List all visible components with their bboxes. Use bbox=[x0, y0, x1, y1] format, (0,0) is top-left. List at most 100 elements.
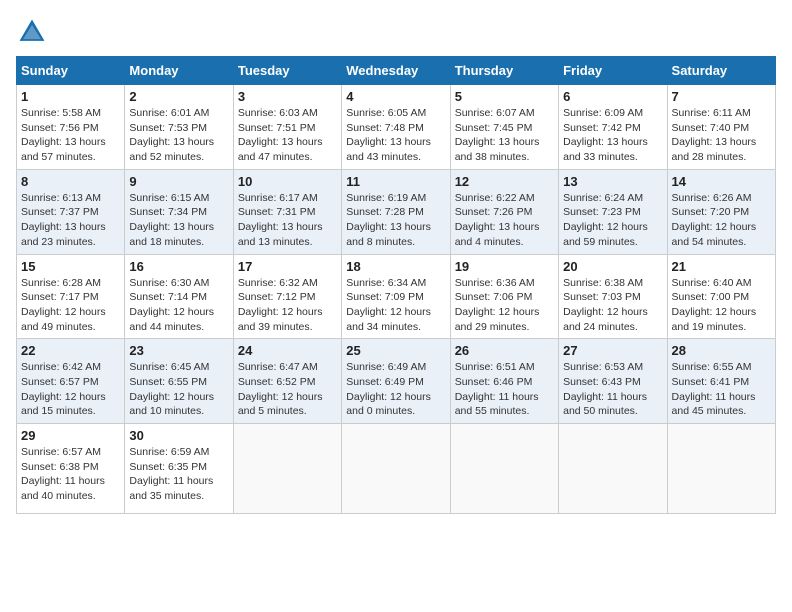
day-number: 24 bbox=[238, 343, 337, 358]
day-number: 6 bbox=[563, 89, 662, 104]
calendar-cell: 26 Sunrise: 6:51 AMSunset: 6:46 PMDayligh… bbox=[450, 339, 558, 424]
day-number: 17 bbox=[238, 259, 337, 274]
calendar-cell: 30Sunrise: 6:59 AMSunset: 6:35 PMDayligh… bbox=[125, 424, 233, 514]
day-detail: Sunrise: 6:07 AMSunset: 7:45 PMDaylight:… bbox=[455, 106, 554, 165]
day-number: 14 bbox=[672, 174, 771, 189]
calendar-cell: 9 Sunrise: 6:15 AMSunset: 7:34 PMDaylight… bbox=[125, 169, 233, 254]
calendar-cell: 13 Sunrise: 6:24 AMSunset: 7:23 PMDayligh… bbox=[559, 169, 667, 254]
day-number: 3 bbox=[238, 89, 337, 104]
calendar-header-tuesday: Tuesday bbox=[233, 57, 341, 85]
calendar-cell: 14 Sunrise: 6:26 AMSunset: 7:20 PMDayligh… bbox=[667, 169, 775, 254]
calendar-header-thursday: Thursday bbox=[450, 57, 558, 85]
day-number: 4 bbox=[346, 89, 445, 104]
day-detail: Sunrise: 6:36 AMSunset: 7:06 PMDaylight:… bbox=[455, 276, 554, 335]
day-number: 12 bbox=[455, 174, 554, 189]
day-detail: Sunrise: 6:28 AMSunset: 7:17 PMDaylight:… bbox=[21, 276, 120, 335]
day-detail: Sunrise: 6:26 AMSunset: 7:20 PMDaylight:… bbox=[672, 191, 771, 250]
day-number: 9 bbox=[129, 174, 228, 189]
calendar-cell bbox=[559, 424, 667, 514]
day-number: 13 bbox=[563, 174, 662, 189]
calendar-cell: 5 Sunrise: 6:07 AMSunset: 7:45 PMDaylight… bbox=[450, 85, 558, 170]
day-number: 11 bbox=[346, 174, 445, 189]
calendar-cell: 24Sunrise: 6:47 AMSunset: 6:52 PMDayligh… bbox=[233, 339, 341, 424]
day-detail: Sunrise: 6:03 AMSunset: 7:51 PMDaylight:… bbox=[238, 106, 337, 165]
day-number: 25 bbox=[346, 343, 445, 358]
calendar-cell: 18 Sunrise: 6:34 AMSunset: 7:09 PMDayligh… bbox=[342, 254, 450, 339]
calendar-week-row: 22 Sunrise: 6:42 AMSunset: 6:57 PMDayligh… bbox=[17, 339, 776, 424]
day-number: 1 bbox=[21, 89, 120, 104]
day-detail: Sunrise: 6:45 AMSunset: 6:55 PMDaylight:… bbox=[129, 360, 228, 419]
calendar-cell: 19 Sunrise: 6:36 AMSunset: 7:06 PMDayligh… bbox=[450, 254, 558, 339]
calendar-cell: 6 Sunrise: 6:09 AMSunset: 7:42 PMDaylight… bbox=[559, 85, 667, 170]
day-detail: Sunrise: 6:15 AMSunset: 7:34 PMDaylight:… bbox=[129, 191, 228, 250]
day-number: 21 bbox=[672, 259, 771, 274]
page-header bbox=[16, 16, 776, 48]
day-detail: Sunrise: 6:24 AMSunset: 7:23 PMDaylight:… bbox=[563, 191, 662, 250]
day-number: 23 bbox=[129, 343, 228, 358]
calendar-cell: 15Sunrise: 6:28 AMSunset: 7:17 PMDayligh… bbox=[17, 254, 125, 339]
calendar-cell: 27 Sunrise: 6:53 AMSunset: 6:43 PMDayligh… bbox=[559, 339, 667, 424]
calendar-week-row: 29 Sunrise: 6:57 AMSunset: 6:38 PMDayligh… bbox=[17, 424, 776, 514]
calendar-cell: 23 Sunrise: 6:45 AMSunset: 6:55 PMDayligh… bbox=[125, 339, 233, 424]
day-detail: Sunrise: 6:38 AMSunset: 7:03 PMDaylight:… bbox=[563, 276, 662, 335]
calendar-header-sunday: Sunday bbox=[17, 57, 125, 85]
calendar-cell: 28 Sunrise: 6:55 AMSunset: 6:41 PMDayligh… bbox=[667, 339, 775, 424]
day-number: 18 bbox=[346, 259, 445, 274]
calendar-cell bbox=[667, 424, 775, 514]
day-detail: Sunrise: 6:57 AMSunset: 6:38 PMDaylight:… bbox=[21, 445, 120, 504]
calendar-cell: 7Sunrise: 6:11 AMSunset: 7:40 PMDaylight… bbox=[667, 85, 775, 170]
calendar-cell: 16 Sunrise: 6:30 AMSunset: 7:14 PMDayligh… bbox=[125, 254, 233, 339]
calendar-cell bbox=[450, 424, 558, 514]
calendar-cell: 25Sunrise: 6:49 AMSunset: 6:49 PMDayligh… bbox=[342, 339, 450, 424]
day-detail: Sunrise: 6:30 AMSunset: 7:14 PMDaylight:… bbox=[129, 276, 228, 335]
day-detail: Sunrise: 6:42 AMSunset: 6:57 PMDaylight:… bbox=[21, 360, 120, 419]
day-detail: Sunrise: 6:11 AMSunset: 7:40 PMDaylight:… bbox=[672, 106, 771, 165]
day-number: 29 bbox=[21, 428, 120, 443]
day-number: 10 bbox=[238, 174, 337, 189]
day-number: 5 bbox=[455, 89, 554, 104]
calendar-cell bbox=[342, 424, 450, 514]
calendar-header-friday: Friday bbox=[559, 57, 667, 85]
logo bbox=[16, 16, 52, 48]
day-detail: Sunrise: 6:19 AMSunset: 7:28 PMDaylight:… bbox=[346, 191, 445, 250]
day-detail: Sunrise: 6:01 AMSunset: 7:53 PMDaylight:… bbox=[129, 106, 228, 165]
calendar-cell: 3 Sunrise: 6:03 AMSunset: 7:51 PMDaylight… bbox=[233, 85, 341, 170]
logo-icon bbox=[16, 16, 48, 48]
day-detail: Sunrise: 6:32 AMSunset: 7:12 PMDaylight:… bbox=[238, 276, 337, 335]
day-detail: Sunrise: 6:59 AMSunset: 6:35 PMDaylight:… bbox=[129, 445, 228, 504]
calendar-header-wednesday: Wednesday bbox=[342, 57, 450, 85]
day-number: 8 bbox=[21, 174, 120, 189]
calendar-cell: 22 Sunrise: 6:42 AMSunset: 6:57 PMDayligh… bbox=[17, 339, 125, 424]
day-detail: Sunrise: 6:17 AMSunset: 7:31 PMDaylight:… bbox=[238, 191, 337, 250]
day-detail: Sunrise: 6:05 AMSunset: 7:48 PMDaylight:… bbox=[346, 106, 445, 165]
day-number: 26 bbox=[455, 343, 554, 358]
calendar-cell: 20 Sunrise: 6:38 AMSunset: 7:03 PMDayligh… bbox=[559, 254, 667, 339]
calendar-cell bbox=[233, 424, 341, 514]
day-detail: Sunrise: 6:40 AMSunset: 7:00 PMDaylight:… bbox=[672, 276, 771, 335]
day-detail: Sunrise: 6:09 AMSunset: 7:42 PMDaylight:… bbox=[563, 106, 662, 165]
calendar-cell: 10 Sunrise: 6:17 AMSunset: 7:31 PMDayligh… bbox=[233, 169, 341, 254]
calendar-cell: 8 Sunrise: 6:13 AMSunset: 7:37 PMDaylight… bbox=[17, 169, 125, 254]
calendar-week-row: 8 Sunrise: 6:13 AMSunset: 7:37 PMDaylight… bbox=[17, 169, 776, 254]
day-detail: Sunrise: 6:53 AMSunset: 6:43 PMDaylight:… bbox=[563, 360, 662, 419]
day-detail: Sunrise: 5:58 AMSunset: 7:56 PMDaylight:… bbox=[21, 106, 120, 165]
day-number: 27 bbox=[563, 343, 662, 358]
calendar-cell: 1 Sunrise: 5:58 AMSunset: 7:56 PMDaylight… bbox=[17, 85, 125, 170]
calendar-cell: 2 Sunrise: 6:01 AMSunset: 7:53 PMDaylight… bbox=[125, 85, 233, 170]
calendar-week-row: 1 Sunrise: 5:58 AMSunset: 7:56 PMDaylight… bbox=[17, 85, 776, 170]
day-detail: Sunrise: 6:51 AMSunset: 6:46 PMDaylight:… bbox=[455, 360, 554, 419]
day-number: 16 bbox=[129, 259, 228, 274]
day-number: 28 bbox=[672, 343, 771, 358]
day-number: 19 bbox=[455, 259, 554, 274]
day-detail: Sunrise: 6:34 AMSunset: 7:09 PMDaylight:… bbox=[346, 276, 445, 335]
calendar-week-row: 15Sunrise: 6:28 AMSunset: 7:17 PMDayligh… bbox=[17, 254, 776, 339]
day-number: 22 bbox=[21, 343, 120, 358]
calendar-header-monday: Monday bbox=[125, 57, 233, 85]
day-number: 2 bbox=[129, 89, 228, 104]
day-number: 20 bbox=[563, 259, 662, 274]
day-detail: Sunrise: 6:13 AMSunset: 7:37 PMDaylight:… bbox=[21, 191, 120, 250]
day-detail: Sunrise: 6:22 AMSunset: 7:26 PMDaylight:… bbox=[455, 191, 554, 250]
day-detail: Sunrise: 6:55 AMSunset: 6:41 PMDaylight:… bbox=[672, 360, 771, 419]
calendar-header-row: SundayMondayTuesdayWednesdayThursdayFrid… bbox=[17, 57, 776, 85]
calendar-cell: 12 Sunrise: 6:22 AMSunset: 7:26 PMDayligh… bbox=[450, 169, 558, 254]
